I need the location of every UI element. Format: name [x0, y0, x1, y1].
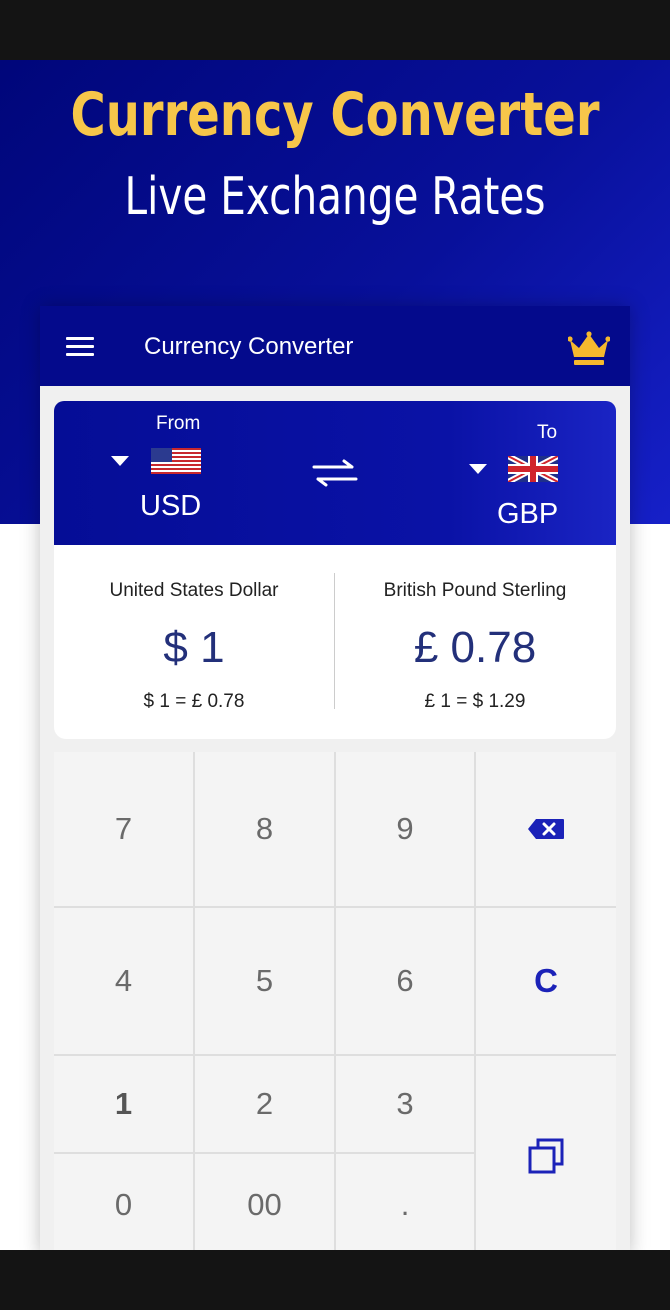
to-rate: £ 1 = $ 1.29 — [424, 691, 526, 712]
promo-title: Currency Converter — [70, 80, 600, 150]
us-flag-icon[interactable] — [151, 448, 201, 474]
key-8[interactable]: 8 — [195, 752, 334, 906]
key-label: 6 — [396, 963, 414, 998]
conversion-result-card: United States Dollar $ 1 $ 1 = £ 0.78 Br… — [54, 545, 616, 739]
key-4[interactable]: 4 — [54, 908, 193, 1054]
to-dropdown-icon[interactable] — [469, 464, 487, 474]
key-label: 3 — [396, 1086, 414, 1121]
app-title: Currency Converter — [144, 333, 354, 360]
to-currency-code[interactable]: GBP — [497, 498, 558, 531]
key-7[interactable]: 7 — [54, 752, 193, 906]
key-label: 0 — [114, 1187, 133, 1222]
hamburger-menu-icon[interactable] — [66, 337, 94, 357]
keypad: 7 8 9 4 5 6 C 1 2 3 0 00 . — [54, 752, 616, 1250]
key-label: 5 — [255, 963, 274, 998]
currency-selector: From To USD GBP — [54, 401, 616, 545]
from-currency-code[interactable]: USD — [140, 490, 201, 523]
crown-icon[interactable] — [568, 330, 610, 366]
clear-button[interactable]: C — [476, 908, 616, 1054]
swap-arrows-icon[interactable] — [310, 459, 360, 487]
backspace-icon — [528, 819, 564, 839]
key-label: 00 — [247, 1187, 282, 1222]
key-9[interactable]: 9 — [336, 752, 474, 906]
backspace-button[interactable] — [476, 752, 616, 906]
to-currency-name: British Pound Sterling — [383, 580, 567, 601]
copy-icon — [528, 1138, 564, 1174]
navigation-bar — [0, 1250, 670, 1310]
from-rate: $ 1 = £ 0.78 — [143, 691, 245, 712]
key-label: 7 — [114, 811, 133, 846]
key-decimal[interactable]: . — [336, 1154, 474, 1250]
to-label: To — [537, 422, 558, 443]
key-label: 2 — [255, 1086, 274, 1121]
key-0[interactable]: 0 — [54, 1154, 193, 1250]
from-currency-name: United States Dollar — [109, 580, 279, 601]
promo-subtitle: Live Exchange Rates — [124, 167, 546, 227]
key-6[interactable]: 6 — [336, 908, 474, 1054]
app-bar: Currency Converter — [40, 306, 630, 386]
promo-screen: Currency Converter Live Exchange Rates C… — [0, 60, 670, 1250]
key-1[interactable]: 1 — [54, 1056, 193, 1152]
copy-button[interactable] — [476, 1056, 616, 1250]
from-amount: $ 1 — [163, 623, 225, 672]
from-label: From — [156, 413, 201, 434]
key-00[interactable]: 00 — [195, 1154, 334, 1250]
status-bar — [0, 0, 670, 60]
key-3[interactable]: 3 — [336, 1056, 474, 1152]
key-label: 9 — [396, 811, 414, 846]
key-label: . — [400, 1187, 410, 1222]
key-5[interactable]: 5 — [195, 908, 334, 1054]
uk-flag-icon[interactable] — [508, 456, 558, 482]
from-dropdown-icon[interactable] — [111, 456, 129, 466]
key-label: 4 — [114, 963, 133, 998]
app-screen: Currency Converter From To USD GBP Unite… — [40, 306, 630, 1250]
key-label: 8 — [255, 811, 274, 846]
to-amount: £ 0.78 — [413, 623, 537, 672]
key-2[interactable]: 2 — [195, 1056, 334, 1152]
key-label: 1 — [114, 1086, 133, 1121]
clear-label: C — [534, 962, 558, 999]
